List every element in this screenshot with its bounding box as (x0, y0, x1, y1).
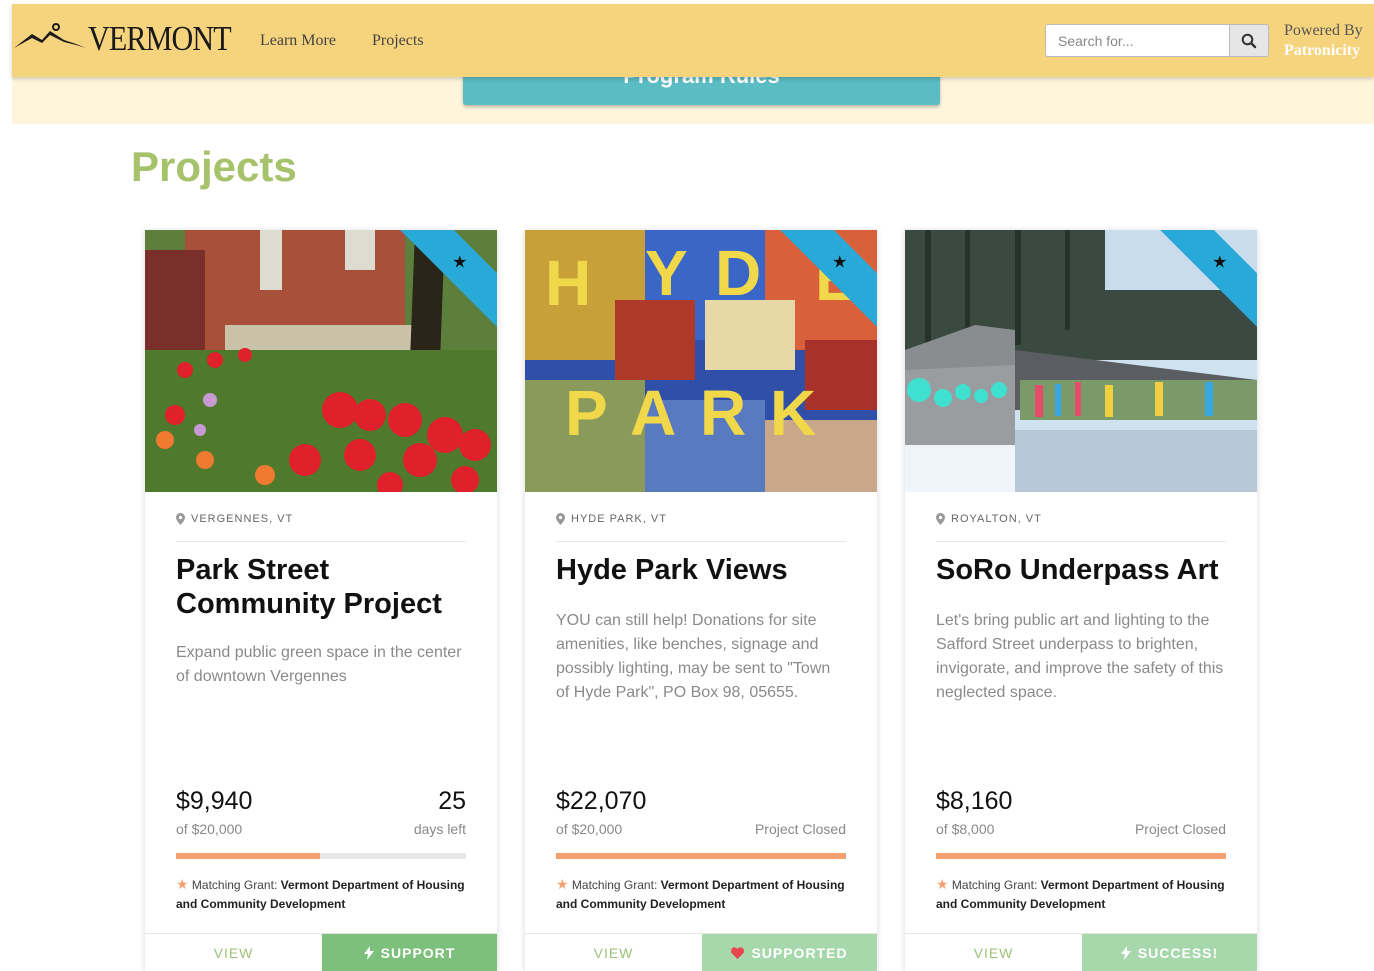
matching-grant: ★ Matching Grant: Vermont Department of … (936, 875, 1228, 914)
bolt-icon (1120, 946, 1131, 960)
svg-text:D: D (715, 237, 761, 309)
amount-raised: $22,070 (556, 787, 647, 815)
project-description: YOU can still help! Donations for site a… (556, 612, 831, 701)
project-description: Let's bring public art and lighting to t… (936, 612, 1224, 701)
svg-text:K: K (770, 377, 816, 449)
star-icon: ★ (176, 876, 189, 892)
heart-icon (731, 947, 745, 959)
progress-bar (556, 853, 846, 859)
success-label: SUCCESS! (1137, 945, 1219, 961)
project-card: HYDE PARK ★ HYDE PARK, VT Hyde Park View… (525, 230, 877, 971)
success-button[interactable]: SUCCESS! (1082, 934, 1257, 971)
mountain-logo-icon (14, 23, 86, 48)
grant-label: Matching Grant: (951, 878, 1038, 892)
powered-by[interactable]: Powered By Patronicity (1284, 21, 1363, 61)
nav-learn-more[interactable]: Learn More (260, 32, 336, 50)
star-icon: ★ (1212, 253, 1228, 272)
grant-label: Matching Grant: (191, 878, 278, 892)
logo-text: VERMONT (88, 19, 232, 58)
powered-by-brand: Patronicity (1284, 42, 1361, 59)
card-divider (936, 541, 1226, 542)
view-button[interactable]: VIEW (145, 934, 322, 971)
project-description: Expand public green space in the center … (176, 644, 462, 685)
project-location: ROYALTON, VT (936, 513, 1042, 525)
bolt-icon (363, 946, 374, 960)
search-input[interactable] (1045, 24, 1229, 57)
status-text: Project Closed (754, 821, 846, 837)
section-title: Projects (131, 143, 297, 190)
days-left-count: 25 (438, 787, 466, 815)
star-icon: ★ (452, 253, 468, 272)
funding-goal: of $20,000 (556, 821, 623, 837)
progress-fill (936, 853, 1226, 859)
page: VERMONT Learn More Projects Powered By P… (0, 0, 1374, 971)
location-text: HYDE PARK, VT (571, 513, 667, 525)
powered-by-label: Powered By (1284, 22, 1363, 39)
card-actions: VIEW SUCCESS! (905, 933, 1257, 971)
status-text: Project Closed (1134, 821, 1226, 837)
location-text: ROYALTON, VT (951, 513, 1042, 525)
search-icon (1241, 33, 1257, 48)
support-label: SUPPORT (380, 945, 456, 961)
project-card: ★ VERGENNES, VT Park Street Community Pr… (145, 230, 497, 971)
progress-fill (176, 853, 321, 859)
funding-goal: of $8,000 (936, 821, 995, 837)
svg-text:A: A (630, 377, 676, 449)
card-actions: VIEW SUPPORT (145, 933, 497, 971)
project-image-hyde-park-collage[interactable]: HYDE PARK ★ (525, 230, 877, 492)
vermont-logo[interactable]: VERMONT (12, 18, 242, 58)
project-location: VERGENNES, VT (176, 513, 293, 525)
supported-label: SUPPORTED (751, 945, 848, 961)
card-divider (556, 541, 846, 542)
star-icon: ★ (556, 876, 569, 892)
site-header: VERMONT Learn More Projects Powered By P… (12, 4, 1374, 77)
project-image-underpass[interactable]: ★ (905, 230, 1257, 492)
project-title[interactable]: SoRo Underpass Art (936, 553, 1226, 587)
progress-bar (936, 853, 1226, 859)
map-pin-icon (556, 513, 565, 525)
nav-projects[interactable]: Projects (372, 32, 424, 50)
svg-text:P: P (565, 377, 608, 449)
view-button[interactable]: VIEW (525, 934, 702, 971)
project-title[interactable]: Park Street Community Project (176, 553, 466, 621)
star-icon: ★ (936, 876, 949, 892)
supported-button[interactable]: SUPPORTED (702, 934, 877, 971)
project-image-tulips[interactable]: ★ (145, 230, 497, 492)
status-text: days left (413, 821, 466, 837)
progress-bar (176, 853, 466, 859)
matching-grant: ★ Matching Grant: Vermont Department of … (556, 875, 848, 914)
svg-text:H: H (545, 247, 591, 319)
project-title[interactable]: Hyde Park Views (556, 553, 846, 587)
card-actions: VIEW SUPPORTED (525, 933, 877, 971)
hero-strip: Program Rules (12, 71, 1374, 124)
funding-goal: of $20,000 (176, 821, 243, 837)
star-icon: ★ (832, 253, 848, 272)
view-button[interactable]: VIEW (905, 934, 1082, 971)
card-divider (176, 541, 466, 542)
grant-label: Matching Grant: (571, 878, 658, 892)
support-button[interactable]: SUPPORT (322, 934, 497, 971)
map-pin-icon (936, 513, 945, 525)
amount-raised: $9,940 (176, 787, 253, 815)
svg-text:Y: Y (645, 237, 688, 309)
progress-fill (556, 853, 846, 859)
location-text: VERGENNES, VT (191, 513, 294, 525)
svg-text:R: R (700, 377, 746, 449)
project-card: ★ ROYALTON, VT SoRo Underpass Art Let's … (905, 230, 1257, 971)
map-pin-icon (176, 513, 185, 525)
search-button[interactable] (1229, 24, 1269, 57)
project-location: HYDE PARK, VT (556, 513, 667, 525)
matching-grant: ★ Matching Grant: Vermont Department of … (176, 875, 468, 914)
amount-raised: $8,160 (936, 787, 1013, 815)
